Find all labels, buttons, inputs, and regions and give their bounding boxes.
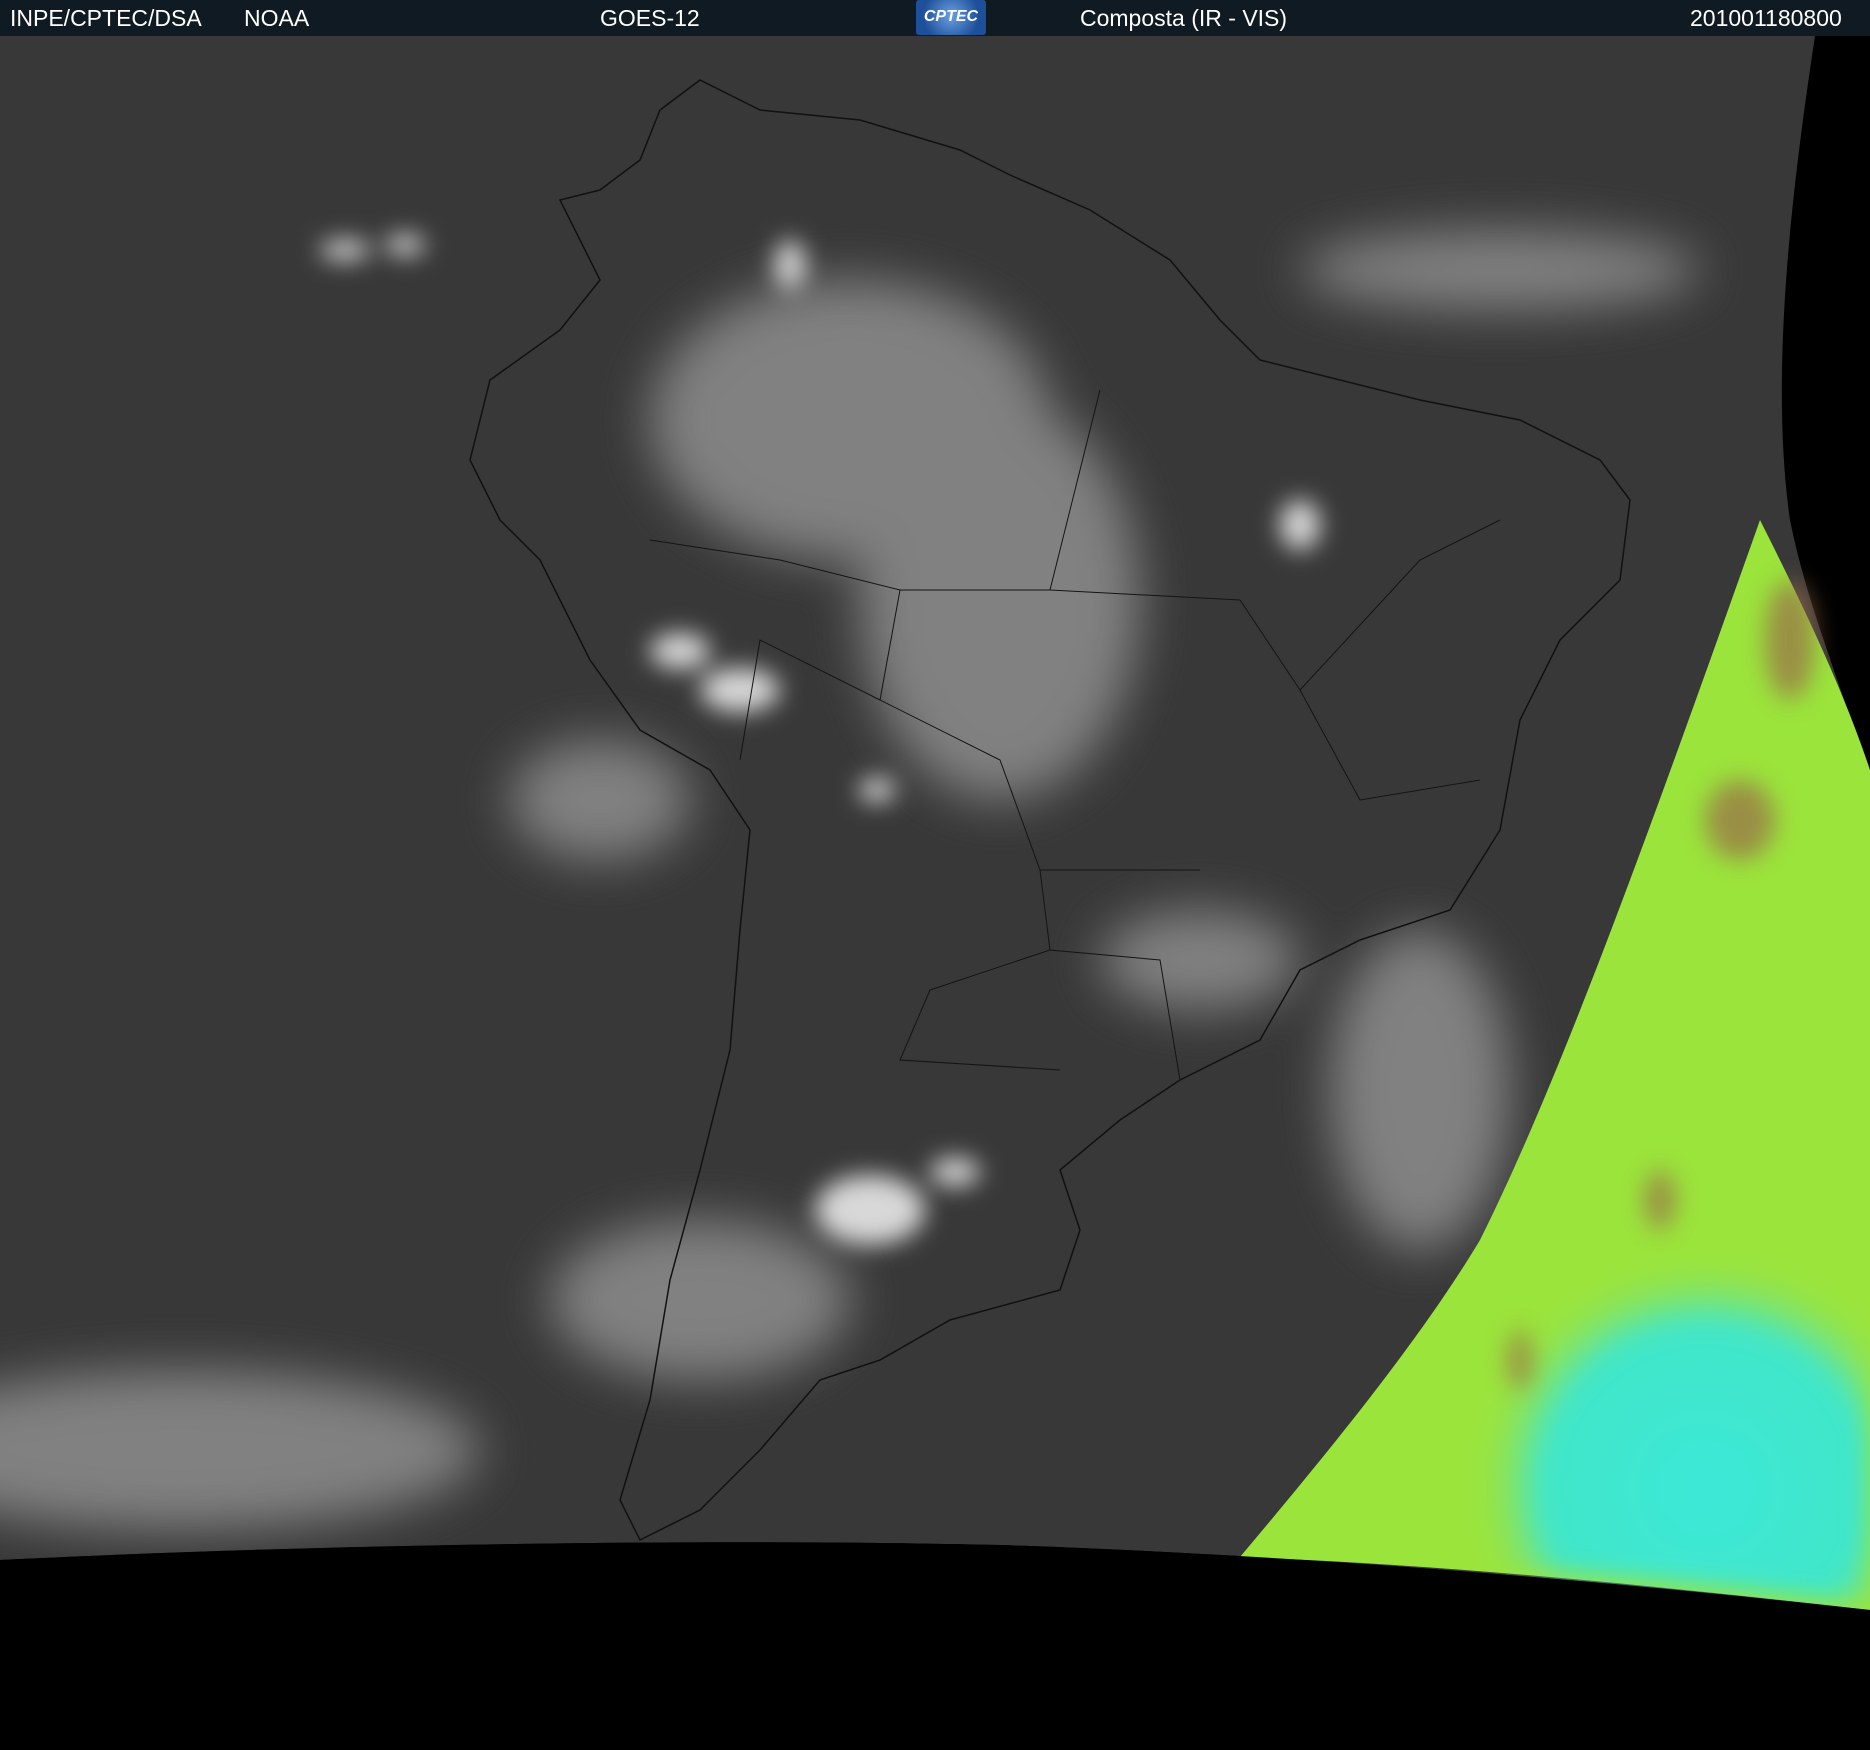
satellite-image-viewer: INPE/CPTEC/DSA NOAA GOES-12 CPTEC Compos… [0,0,1870,1750]
cptec-logo-text: CPTEC [923,8,979,25]
agency-label: NOAA [244,5,310,31]
satellite-label: GOES-12 [600,5,700,31]
cptec-logo: CPTEC [916,0,986,35]
product-label: Composta (IR - VIS) [1080,5,1288,31]
image-header-bar: INPE/CPTEC/DSA NOAA GOES-12 CPTEC Compos… [0,0,1870,36]
timestamp-label: 201001180800 [1690,5,1842,31]
institution-label: INPE/CPTEC/DSA [10,5,202,31]
satellite-map [0,36,1870,1750]
